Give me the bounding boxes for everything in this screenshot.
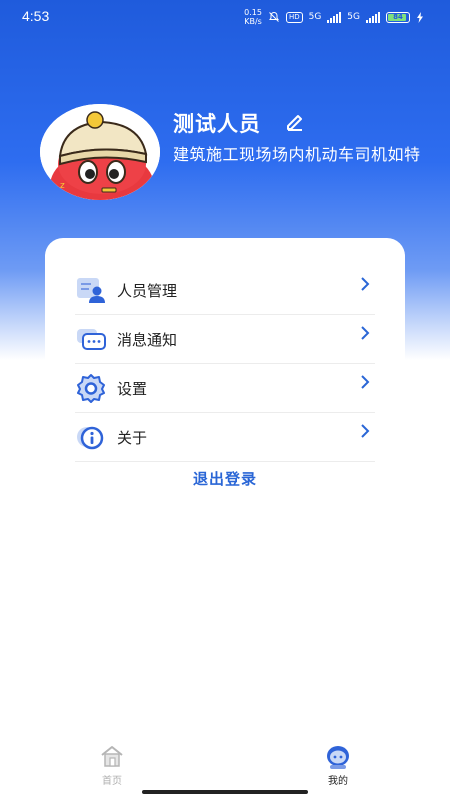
menu-item-message-notification[interactable]: 消息通知 (75, 315, 375, 364)
menu-item-about[interactable]: 关于 (75, 413, 375, 462)
status-icons: 0.15 KB/s HD 5G 5G 84 (244, 8, 424, 26)
menu-item-personnel-management[interactable]: 人员管理 (75, 266, 375, 315)
menu-label-message: 消息通知 (117, 330, 178, 349)
chevron-right-icon (361, 277, 370, 291)
personnel-icon (75, 274, 107, 306)
chevron-right-icon (361, 375, 370, 389)
message-icon (75, 323, 107, 355)
hd-badge: HD (285, 11, 303, 23)
signal-icon-2 (366, 11, 380, 23)
status-bar: 4:53 0.15 KB/s HD 5G 5G 84 (0, 0, 450, 32)
battery-icon: 84 (386, 11, 410, 23)
network-speed: 0.15 KB/s (244, 8, 262, 26)
user-role: 建筑施工现场场内机动车司机如特 (173, 145, 421, 164)
signal-icon (327, 11, 342, 23)
user-name: 测试人员 (173, 112, 261, 136)
info-icon (75, 421, 107, 453)
network-type-2: 5G (347, 12, 360, 22)
charging-icon (417, 11, 423, 23)
chevron-right-icon (361, 326, 370, 340)
avatar[interactable]: z (40, 104, 160, 200)
tab-mine[interactable]: 我的 (318, 744, 358, 787)
menu-card: 人员管理 消息通知 设置 关于 退出登录 (45, 238, 405, 508)
tab-home[interactable]: 首页 (92, 744, 132, 787)
status-time: 4:53 (22, 8, 50, 24)
bell-off-icon (269, 11, 279, 22)
home-indicator (142, 790, 308, 794)
edit-icon[interactable] (284, 110, 306, 132)
menu-label-settings: 设置 (117, 379, 148, 398)
menu-item-settings[interactable]: 设置 (75, 364, 375, 413)
menu-label-about: 关于 (117, 428, 148, 447)
logout-button[interactable]: 退出登录 (45, 468, 405, 489)
profile-icon (327, 746, 349, 769)
home-icon (101, 746, 123, 767)
avatar-illustration: z (40, 104, 160, 200)
chevron-right-icon (361, 424, 370, 438)
menu-label-personnel: 人员管理 (117, 281, 178, 300)
tab-mine-label: 我的 (328, 776, 348, 787)
network-type-1: 5G (308, 12, 322, 22)
tab-home-label: 首页 (102, 776, 122, 787)
gear-icon (75, 372, 107, 404)
